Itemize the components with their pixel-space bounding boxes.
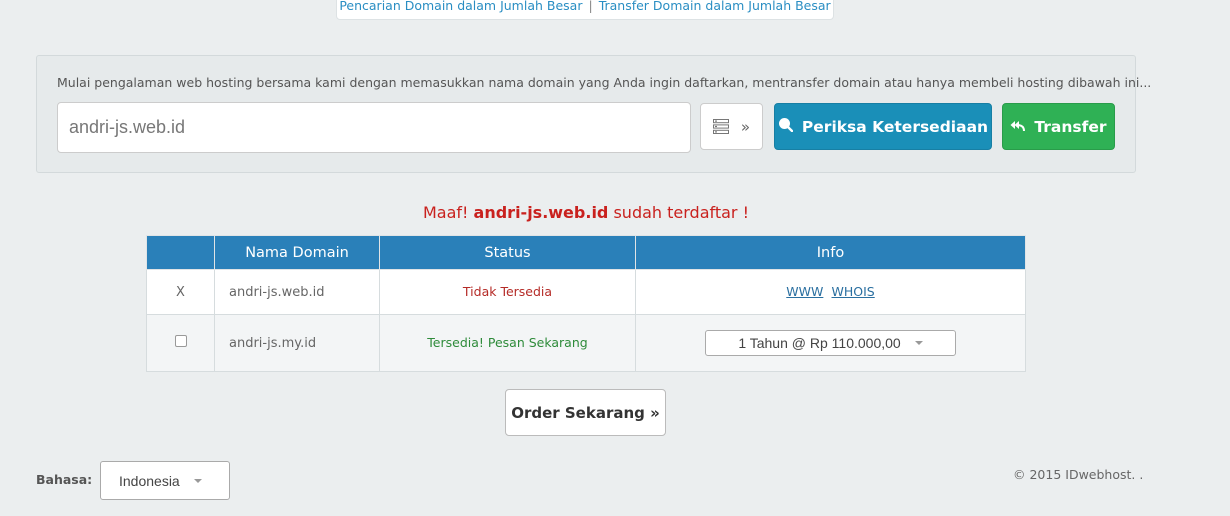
registration-period-select[interactable]: 1 Tahun @ Rp 110.000,00 xyxy=(705,330,956,356)
whois-link[interactable]: WHOIS xyxy=(832,284,875,299)
transfer-label: Transfer xyxy=(1034,117,1107,136)
order-now-button[interactable]: Order Sekarang » xyxy=(505,389,666,436)
info-cell: WWW WHOIS xyxy=(635,269,1026,315)
status-cell: Tersedia! Pesan Sekarang xyxy=(379,314,636,372)
domain-results-table: Nama Domain Status Info X andri-js.web.i… xyxy=(146,235,1026,372)
header-status: Status xyxy=(379,235,636,270)
link-separator: | xyxy=(588,0,593,13)
status-available: Tersedia! Pesan Sekarang xyxy=(427,335,588,350)
search-icon xyxy=(778,117,794,136)
transfer-button[interactable]: Transfer xyxy=(1002,103,1115,150)
copyright-text: © 2015 IDwebhost. . xyxy=(1013,467,1144,482)
bulk-options-button[interactable]: » xyxy=(700,103,763,150)
chevron-down-icon xyxy=(914,341,923,345)
language-select[interactable]: Indonesia xyxy=(100,461,230,500)
header-select xyxy=(146,235,215,270)
domain-search-panel: Mulai pengalaman web hosting bersama kam… xyxy=(36,55,1151,173)
message-prefix: Maaf! xyxy=(422,203,474,222)
info-cell: 1 Tahun @ Rp 110.000,00 xyxy=(635,314,1026,372)
domain-input[interactable]: andri-js.web.id xyxy=(57,102,691,153)
status-cell: Tidak Tersedia xyxy=(379,269,636,315)
language-label: Bahasa: xyxy=(36,472,93,487)
header-info: Info xyxy=(635,235,1026,270)
status-unavailable: Tidak Tersedia xyxy=(462,284,553,299)
reply-all-icon xyxy=(1010,118,1026,136)
registration-period-value: 1 Tahun @ Rp 110.000,00 xyxy=(738,335,901,351)
availability-message: Maaf! andri-js.web.id sudah terdaftar ! xyxy=(0,203,1172,222)
list-icon xyxy=(712,119,729,134)
domain-name-cell: andri-js.my.id xyxy=(214,314,380,372)
table-header-row: Nama Domain Status Info xyxy=(146,235,1026,270)
bulk-transfer-link[interactable]: Transfer Domain dalam Jumlah Besar xyxy=(599,0,831,13)
bulk-search-link[interactable]: Pencarian Domain dalam Jumlah Besar xyxy=(339,0,582,13)
unavailable-marker: X xyxy=(146,269,215,315)
check-availability-label: Periksa Ketersediaan xyxy=(801,117,989,136)
search-intro-text: Mulai pengalaman web hosting bersama kam… xyxy=(57,75,1152,90)
message-domain: andri-js.web.id xyxy=(473,203,609,222)
domain-checkbox[interactable] xyxy=(174,335,187,347)
select-cell xyxy=(146,314,215,372)
language-value: Indonesia xyxy=(119,472,180,489)
bulk-toggle-label: » xyxy=(740,117,751,136)
check-availability-button[interactable]: Periksa Ketersediaan xyxy=(774,103,992,150)
www-link[interactable]: WWW xyxy=(786,284,823,299)
table-row: X andri-js.web.id Tidak Tersedia WWW WHO… xyxy=(146,269,1026,315)
message-suffix: sudah terdaftar ! xyxy=(608,203,750,222)
chevron-down-icon xyxy=(193,478,202,483)
table-row: andri-js.my.id Tersedia! Pesan Sekarang … xyxy=(146,314,1026,372)
top-links: Pencarian Domain dalam Jumlah Besar | Tran… xyxy=(336,0,834,20)
header-domain: Nama Domain xyxy=(214,235,380,270)
domain-name-cell: andri-js.web.id xyxy=(214,269,380,315)
